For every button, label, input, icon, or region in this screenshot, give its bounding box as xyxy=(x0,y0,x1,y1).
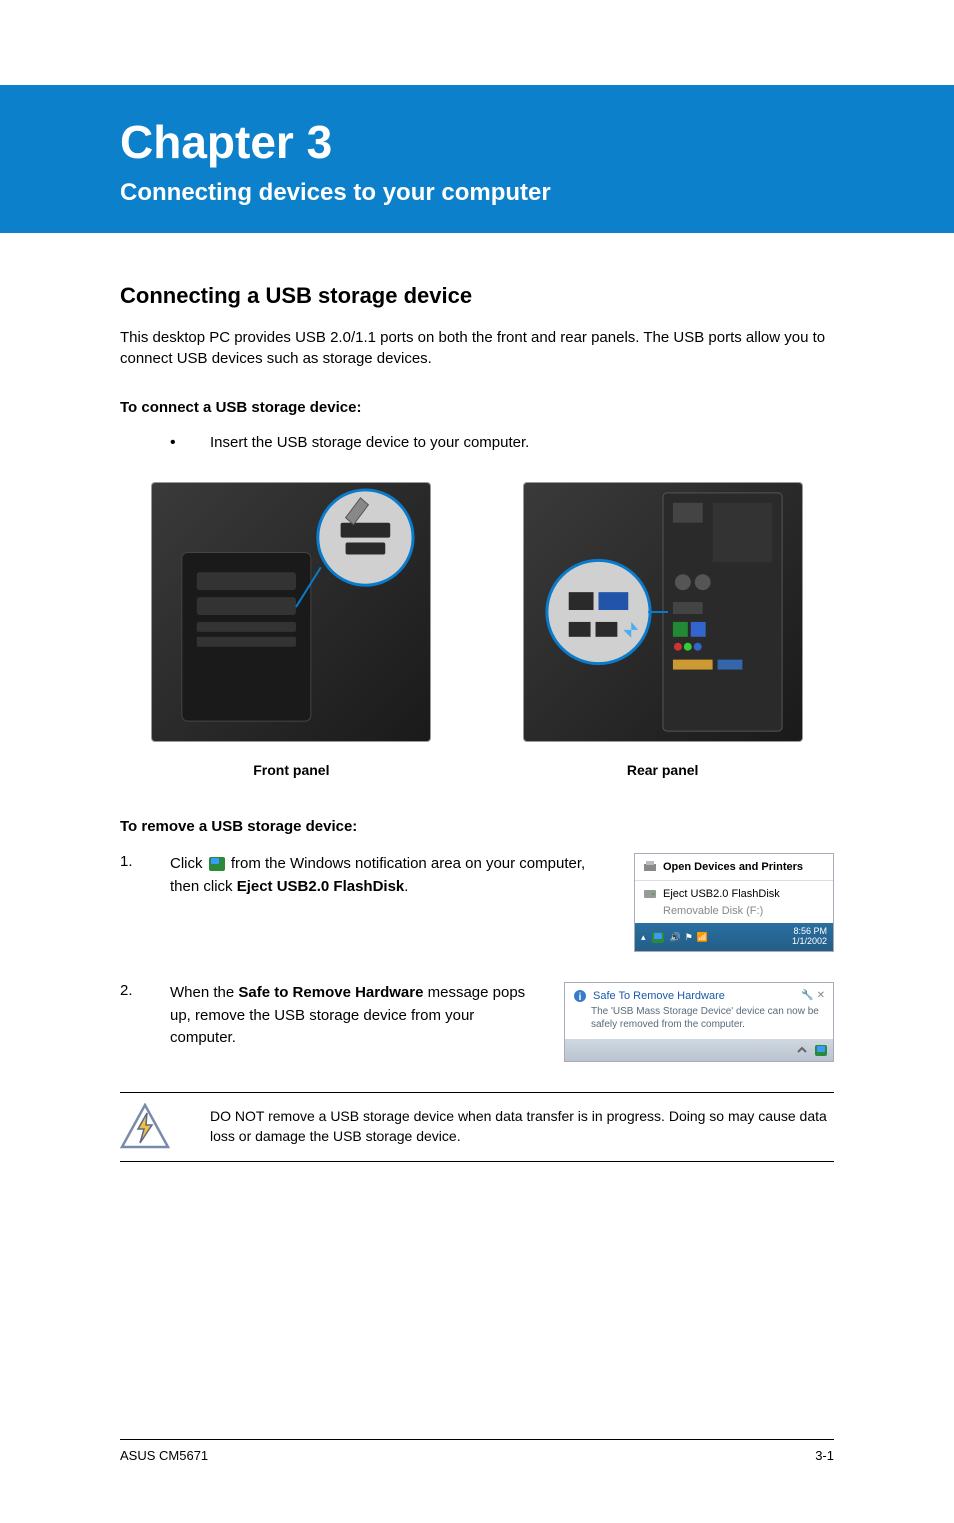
chapter-subtitle: Connecting devices to your computer xyxy=(120,179,914,207)
step-1-before-icon: Click xyxy=(170,855,207,872)
step-1-text: Click from the Windows notification area… xyxy=(170,853,634,898)
rear-panel-image xyxy=(523,482,803,742)
tray-clock: 8:56 PM 1/1/2002 xyxy=(792,927,827,947)
remove-subheading: To remove a USB storage device: xyxy=(120,818,834,835)
step-1-bold: Eject USB2.0 FlashDisk xyxy=(237,878,405,895)
warning-row: DO NOT remove a USB storage device when … xyxy=(120,1092,834,1162)
step-2-before-bold: When the xyxy=(170,984,238,1001)
tooltip-buttons: 🔧 ✕ xyxy=(801,989,825,1001)
open-devices-label: Open Devices and Printers xyxy=(663,861,803,873)
footer-right: 3-1 xyxy=(815,1448,834,1463)
safe-title-row: i Safe To Remove Hardware 🔧 ✕ xyxy=(565,983,833,1005)
safe-title-text: Safe To Remove Hardware xyxy=(593,990,725,1002)
usb-tray-icon-small xyxy=(815,1045,827,1056)
eject-item-label: Eject USB2.0 FlashDisk xyxy=(663,888,780,900)
chapter-title: Chapter 3 xyxy=(120,115,914,169)
content-area: Connecting a USB storage device This des… xyxy=(0,233,954,1162)
step-2-row: 2. When the Safe to Remove Hardware mess… xyxy=(120,982,834,1062)
warning-text: DO NOT remove a USB storage device when … xyxy=(210,1107,834,1146)
front-panel-box: Front panel xyxy=(120,482,463,778)
network-icon: 📶 xyxy=(697,932,708,943)
safe-title-left: i Safe To Remove Hardware xyxy=(573,989,725,1003)
front-panel-caption: Front panel xyxy=(253,762,329,778)
close-icon: ✕ xyxy=(817,990,825,1001)
connect-bullet-row: • Insert the USB storage device to your … xyxy=(120,434,834,452)
footer: ASUS CM5671 3-1 xyxy=(120,1439,834,1463)
step-1-row: 1. Click from the Windows notification a… xyxy=(120,853,834,952)
warning-icon-box xyxy=(120,1103,210,1151)
connect-subheading: To connect a USB storage device: xyxy=(120,399,834,416)
eject-menu-image: Open Devices and Printers Eject USB2.0 F… xyxy=(634,853,834,952)
step-2-bold: Safe to Remove Hardware xyxy=(238,984,423,1001)
usb-tray-icon-small xyxy=(652,932,664,943)
tray-icons: ▴ 🔊 ⚑ 📶 xyxy=(641,932,708,943)
front-panel-image xyxy=(151,482,431,742)
step-2-text: When the Safe to Remove Hardware message… xyxy=(170,982,564,1050)
drive-icon xyxy=(643,887,657,901)
wrench-icon: 🔧 xyxy=(801,990,813,1001)
safe-remove-image: i Safe To Remove Hardware 🔧 ✕ The 'USB M… xyxy=(564,982,834,1062)
step-1-after-bold: . xyxy=(404,878,408,895)
usb-tray-icon xyxy=(209,857,225,871)
panels-row: Front panel xyxy=(120,482,834,778)
chevron-up-icon xyxy=(795,1043,809,1057)
intro-text: This desktop PC provides USB 2.0/1.1 por… xyxy=(120,327,834,369)
step-1-num: 1. xyxy=(120,853,170,870)
lightning-warning-icon xyxy=(120,1103,170,1151)
info-icon: i xyxy=(573,989,587,1003)
rear-panel-box: Rear panel xyxy=(491,482,834,778)
chapter-header: Chapter 3 Connecting devices to your com… xyxy=(0,85,954,233)
safe-taskbar xyxy=(565,1039,833,1061)
chevron-up-icon: ▴ xyxy=(641,932,646,943)
rear-panel-caption: Rear panel xyxy=(627,762,699,778)
open-devices-row: Open Devices and Printers xyxy=(635,854,833,881)
flag-icon: ⚑ xyxy=(685,932,693,943)
section-heading: Connecting a USB storage device xyxy=(120,283,834,309)
footer-left: ASUS CM5671 xyxy=(120,1448,208,1463)
svg-text:i: i xyxy=(579,992,582,1003)
removable-disk-label: Removable Disk (F:) xyxy=(635,903,833,923)
eject-item-row: Eject USB2.0 FlashDisk xyxy=(635,881,833,903)
connect-bullet-text: Insert the USB storage device to your co… xyxy=(210,434,529,452)
step-2-num: 2. xyxy=(120,982,170,999)
safe-body-text: The 'USB Mass Storage Device' device can… xyxy=(565,1005,833,1039)
tray-date: 1/1/2002 xyxy=(792,937,827,947)
printer-icon xyxy=(643,860,657,874)
eject-taskbar: ▴ 🔊 ⚑ 📶 8:56 PM 1/1/2002 xyxy=(635,923,833,951)
bullet-dot: • xyxy=(170,434,210,452)
volume-icon: 🔊 xyxy=(670,932,681,943)
